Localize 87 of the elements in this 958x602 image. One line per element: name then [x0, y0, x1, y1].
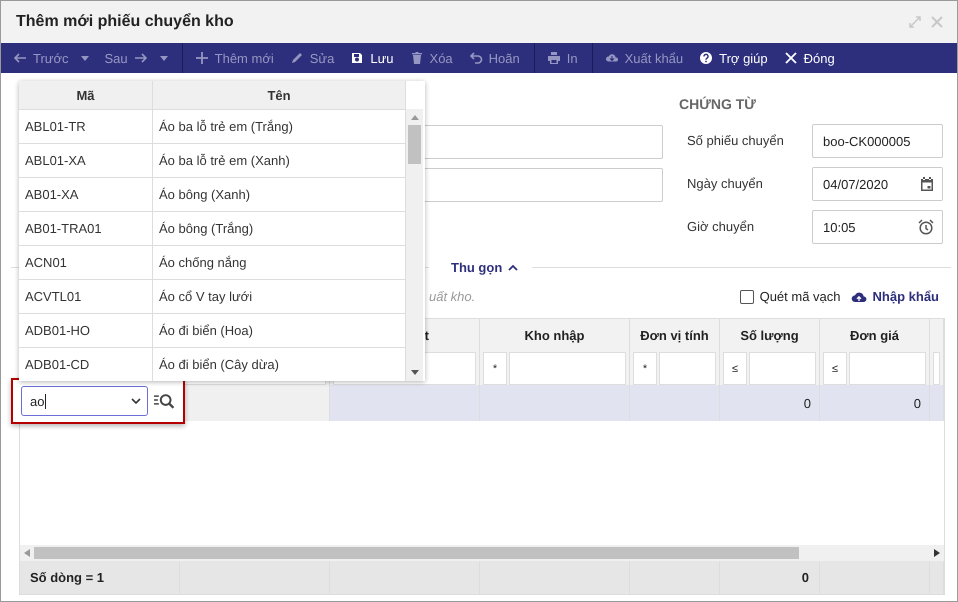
filter-operator[interactable]: ≤ — [723, 352, 747, 385]
column-header: Mã — [19, 81, 153, 109]
input-field[interactable]: boo-CK000005 — [812, 124, 943, 158]
table-cell: 0 — [720, 385, 820, 421]
field-value: boo-CK000005 — [823, 134, 910, 148]
item-name: Áo ba lỗ trẻ em (Trắng) — [159, 119, 293, 134]
item-code: AB01-TRA01 — [25, 221, 102, 236]
field-label: Ngày chuyển — [686, 175, 764, 191]
scrollbar-thumb[interactable] — [408, 125, 421, 164]
scroll-down-icon[interactable] — [410, 370, 418, 375]
item-code: ACVTL01 — [25, 289, 82, 304]
caret-icon — [160, 56, 168, 60]
field-value: 04/07/2020 — [823, 176, 888, 192]
checkbox-label: Quét mã vạch — [760, 289, 841, 304]
chevron-icon[interactable] — [130, 398, 141, 404]
scroll-left-icon[interactable] — [24, 549, 30, 557]
filter-field[interactable] — [933, 352, 940, 385]
filter-operator[interactable]: * — [633, 352, 657, 385]
input-field[interactable]: 10:05 — [812, 210, 943, 244]
footer-cell: Số dòng = 1 — [20, 561, 180, 594]
pencil-icon — [290, 51, 304, 65]
undo-icon — [468, 51, 483, 65]
chevron-icon — [508, 264, 518, 270]
arrow-left-icon — [13, 51, 27, 65]
caret-icon — [80, 56, 89, 60]
toolbar-button[interactable]: Trợ giúp — [691, 43, 776, 73]
lookup-row[interactable]: ACVTL01 Áo cổ V tay lưới — [19, 280, 406, 314]
filter-field[interactable] — [659, 352, 716, 385]
table-cell: 0 — [820, 385, 930, 421]
lookup-row[interactable]: ABL01-XA Áo ba lỗ trẻ em (Xanh) — [19, 144, 406, 178]
item-name: Áo bông (Trắng) — [159, 221, 254, 236]
lookup-row[interactable]: AB01-XA Áo bông (Xanh) — [19, 178, 406, 212]
item-name: Áo đi biển (Cây dừa) — [159, 357, 279, 372]
toolbar-button[interactable]: Đóng — [776, 43, 843, 73]
help-icon — [699, 51, 714, 65]
footer-cell: 0 — [720, 561, 820, 594]
field-value: ao — [30, 394, 46, 408]
close-icon[interactable] — [931, 16, 943, 28]
plus-icon — [194, 51, 209, 65]
filter-field[interactable] — [509, 352, 626, 385]
search-icon[interactable] — [154, 393, 175, 409]
scroll-up-icon[interactable] — [410, 115, 418, 120]
cloud-upload-icon[interactable] — [850, 290, 867, 302]
lookup-row[interactable]: ACN01 Áo chống nắng — [19, 246, 406, 280]
item-name: Áo đi biển (Hoa) — [159, 323, 253, 338]
scroll-right-icon[interactable] — [934, 549, 940, 557]
section-heading: CHỨNG TỪ — [679, 95, 757, 114]
horizontal-scrollbar[interactable] — [20, 545, 944, 561]
import-link[interactable]: Nhập khẩu — [872, 289, 939, 304]
item-code: ABL01-TR — [25, 119, 86, 134]
printer-icon — [546, 51, 561, 65]
combo-field[interactable]: ao — [21, 386, 148, 416]
item-name: Áo bông (Xanh) — [159, 187, 250, 202]
lookup-row[interactable]: ADB01-HO Áo đi biển (Hoa) — [19, 314, 406, 348]
lookup-row[interactable]: AB01-TRA01 Áo bông (Trắng) — [19, 212, 406, 246]
item-code: ADB01-HO — [25, 323, 90, 338]
expand-icon[interactable] — [909, 16, 921, 28]
input-field[interactable]: 04/07/2020 — [812, 167, 943, 201]
item-code: ACN01 — [25, 255, 67, 270]
toolbar-button[interactable]: Lưu — [342, 43, 402, 73]
field-value: 10:05 — [823, 220, 856, 234]
arrow-right-icon — [134, 51, 148, 65]
filter-field[interactable] — [749, 352, 816, 385]
item-code: ABL01-XA — [25, 153, 86, 168]
window-title: Thêm mới phiếu chuyển kho — [16, 13, 235, 31]
column-header: Tên — [153, 81, 406, 109]
collapse-toggle[interactable]: Thu gọn — [429, 260, 532, 274]
filter-operator[interactable]: ≤ — [823, 352, 847, 385]
scrollbar-thumb[interactable] — [34, 547, 799, 559]
calendar-icon[interactable] — [920, 176, 934, 192]
filter-operator[interactable]: * — [483, 352, 507, 385]
field-label: Số phiếu chuyển — [686, 132, 785, 148]
item-code: AB01-XA — [25, 187, 78, 202]
vertical-scrollbar[interactable] — [406, 109, 423, 381]
checkbox[interactable] — [740, 290, 754, 304]
alarm-clock-icon[interactable] — [918, 219, 934, 235]
item-name: Áo ba lỗ trẻ em (Xanh) — [159, 153, 290, 168]
filter-field[interactable] — [849, 352, 926, 385]
item-name: Áo cổ V tay lưới — [159, 289, 252, 304]
save-icon — [350, 51, 364, 65]
close-icon — [784, 51, 798, 65]
field-label: Giờ chuyển — [686, 218, 756, 234]
lookup-row[interactable]: ABL01-TR Áo ba lỗ trẻ em (Trắng) — [19, 110, 406, 144]
item-code: ADB01-CD — [25, 357, 90, 372]
item-name: Áo chống nắng — [159, 255, 246, 270]
trash-icon — [410, 51, 424, 65]
hint-text: uất kho. — [429, 289, 476, 304]
